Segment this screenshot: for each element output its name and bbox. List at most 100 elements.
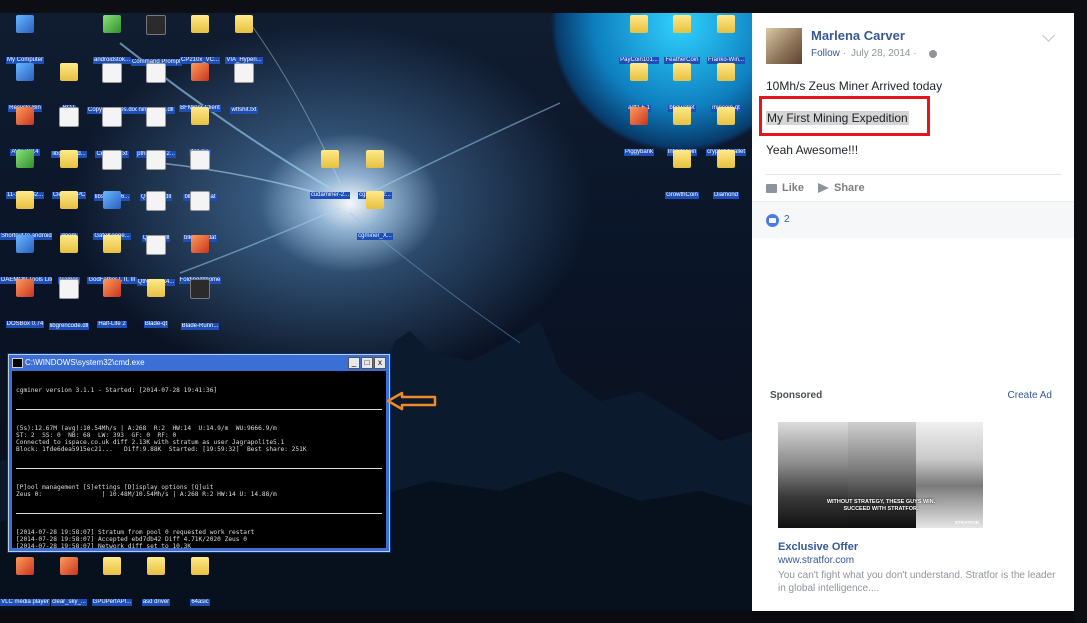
- follow-link[interactable]: Follow: [811, 48, 840, 59]
- file-icon: [146, 63, 166, 83]
- red-icon: [630, 107, 648, 125]
- file-icon: [59, 107, 79, 127]
- like-button[interactable]: Like: [766, 182, 804, 194]
- cmd-title: C:\WINDOWS\system32\cmd.exe: [25, 358, 145, 367]
- share-button[interactable]: Share: [818, 182, 865, 194]
- folder-icon: [191, 15, 209, 33]
- ad-title[interactable]: Exclusive Offer: [778, 541, 858, 553]
- cmd-line: Connected to ispace.co.uk diff 2.13K wit…: [16, 439, 285, 446]
- folder-icon: [235, 15, 253, 33]
- folder-icon: [16, 191, 34, 209]
- desktop-icon-label: Half-Life 2: [97, 321, 127, 328]
- green-icon: [103, 15, 121, 33]
- file-icon: [59, 279, 79, 299]
- desktop-icon-label: DOSBox 0.74: [5, 321, 45, 328]
- post-text-line1: 10Mh/s Zeus Miner Arrived today: [766, 79, 943, 93]
- desktop-icon[interactable]: Half-Life 2: [87, 279, 137, 333]
- post-text-line2: My First Mining Expedition: [766, 111, 909, 125]
- desktop-icon[interactable]: VIA_Hyperi...: [219, 15, 269, 69]
- folder-icon: [717, 15, 735, 33]
- chevron-down-icon[interactable]: [1042, 29, 1055, 42]
- desktop-icon[interactable]: GrowthCoin: [657, 150, 707, 204]
- folder-icon: [191, 107, 209, 125]
- desktop-icon-label: libgrencode.dll: [48, 323, 90, 330]
- red-icon: [191, 63, 209, 81]
- cmd-titlebar[interactable]: C:\WINDOWS\system32\cmd.exe _ □ x: [9, 355, 389, 370]
- create-ad-link[interactable]: Create Ad: [1008, 390, 1052, 401]
- desktop-icon[interactable]: Blade-qt: [131, 279, 181, 333]
- folder-icon: [191, 557, 209, 575]
- desktop-icon-label: asd driver: [141, 599, 171, 606]
- folder-icon: [60, 235, 78, 253]
- desktop-icon-label: wtfshit.txt: [230, 107, 258, 114]
- folder-icon: [673, 150, 691, 168]
- cmd-icon: [12, 358, 23, 368]
- cmd-line: [2014-07-28 19:58:07] Stratum from pool …: [16, 529, 255, 536]
- desktop-icon[interactable]: asd driver: [131, 557, 181, 611]
- red-icon: [191, 235, 209, 253]
- cgminer-header: cgminer version 3.1.1 - Started: [2014-0…: [16, 387, 218, 394]
- desktop-icon[interactable]: My Computer: [0, 15, 50, 69]
- desktop-icon-label: cgminer_X...: [357, 233, 393, 240]
- file-icon: [146, 107, 166, 127]
- cmd-line: [2014-07-28 19:58:07] Accepted ebd7db42 …: [16, 536, 247, 543]
- separator-dot: ·: [843, 48, 847, 59]
- minimize-button[interactable]: _: [348, 357, 360, 369]
- ad-image[interactable]: WITHOUT STRATEGY, THESE GUYS WIN. SUCCEE…: [778, 422, 983, 528]
- red-icon: [103, 279, 121, 297]
- desktop-icon[interactable]: cudaminer-2...: [305, 150, 355, 204]
- maximize-button[interactable]: □: [361, 357, 373, 369]
- red-icon: [16, 557, 34, 575]
- post-date[interactable]: July 28, 2014 ·: [851, 48, 917, 59]
- desktop-icon[interactable]: Blade-Runn...: [175, 279, 225, 335]
- right-border: [1074, 0, 1087, 623]
- desktop-icon[interactable]: GPUPerfAPI...: [87, 557, 137, 611]
- author-name[interactable]: Marlena Carver: [811, 28, 905, 43]
- ad-image-caption: WITHOUT STRATEGY, THESE GUYS WIN. SUCCEE…: [826, 499, 936, 512]
- folder-icon: [60, 63, 78, 81]
- desktop-icon[interactable]: 64asic: [175, 557, 225, 611]
- ad-url[interactable]: www.stratfor.com: [778, 555, 854, 566]
- divider: [766, 174, 1061, 175]
- folder-icon: [717, 63, 735, 81]
- divider: [16, 468, 382, 469]
- window-controls: _ □ x: [348, 357, 386, 369]
- like-reaction-icon: [766, 214, 779, 227]
- desktop-icon[interactable]: CP210x_VC...: [175, 15, 225, 69]
- like-label: Like: [782, 182, 805, 194]
- cmd-output: cgminer version 3.1.1 - Started: [2014-0…: [12, 371, 386, 548]
- file-icon: [190, 150, 210, 170]
- divider: [16, 409, 382, 410]
- share-arrow-icon: [818, 183, 829, 193]
- folder-icon: [103, 235, 121, 253]
- desktop-icon-label: Piggybank: [623, 149, 655, 156]
- red-icon: [16, 279, 34, 297]
- ad-description: You can't fight what you don't understan…: [778, 570, 1056, 594]
- app-icon: [103, 191, 121, 209]
- desktop-icon[interactable]: Franko-Win...: [701, 15, 751, 69]
- cmd-window[interactable]: C:\WINDOWS\system32\cmd.exe _ □ x cgmine…: [8, 354, 390, 552]
- cgminer-log: [2014-07-28 19:58:07] Stratum from pool …: [16, 529, 382, 548]
- folder-icon: [630, 15, 648, 33]
- folder-icon: [366, 191, 384, 209]
- desktop-icon[interactable]: VLC media player: [0, 557, 50, 611]
- desktop-icon[interactable]: wtfshit.txt: [219, 63, 269, 119]
- desktop-icon-label: GrowthCoin: [665, 192, 699, 199]
- avatar[interactable]: [766, 28, 802, 64]
- desktop-icon[interactable]: DOSBox 0.74: [0, 279, 50, 333]
- desktop-icon-label: Blade-Runn...: [180, 323, 220, 330]
- folder-icon: [103, 557, 121, 575]
- desktop-icon[interactable]: cgminer_X...: [350, 191, 400, 245]
- file-icon: [146, 150, 166, 170]
- folder-icon: [60, 150, 78, 168]
- desktop-icon[interactable]: Diamond: [701, 150, 751, 204]
- photo-bottom-border: [0, 611, 752, 623]
- close-button[interactable]: x: [374, 357, 386, 369]
- folder-icon: [630, 63, 648, 81]
- like-count[interactable]: 2: [784, 214, 790, 225]
- folder-icon: [717, 150, 735, 168]
- cmd-line: (5s):12.67M (avg):10.54Mh/s | A:268 R:2 …: [16, 425, 277, 432]
- desktop-icon[interactable]: FeatherCoin: [657, 15, 707, 69]
- desktop-icon[interactable]: androidstok...: [87, 15, 137, 69]
- cmd-line: ST: 2 SS: 0 NB: 68 LW: 393 GF: 0 RF: 0: [16, 432, 177, 439]
